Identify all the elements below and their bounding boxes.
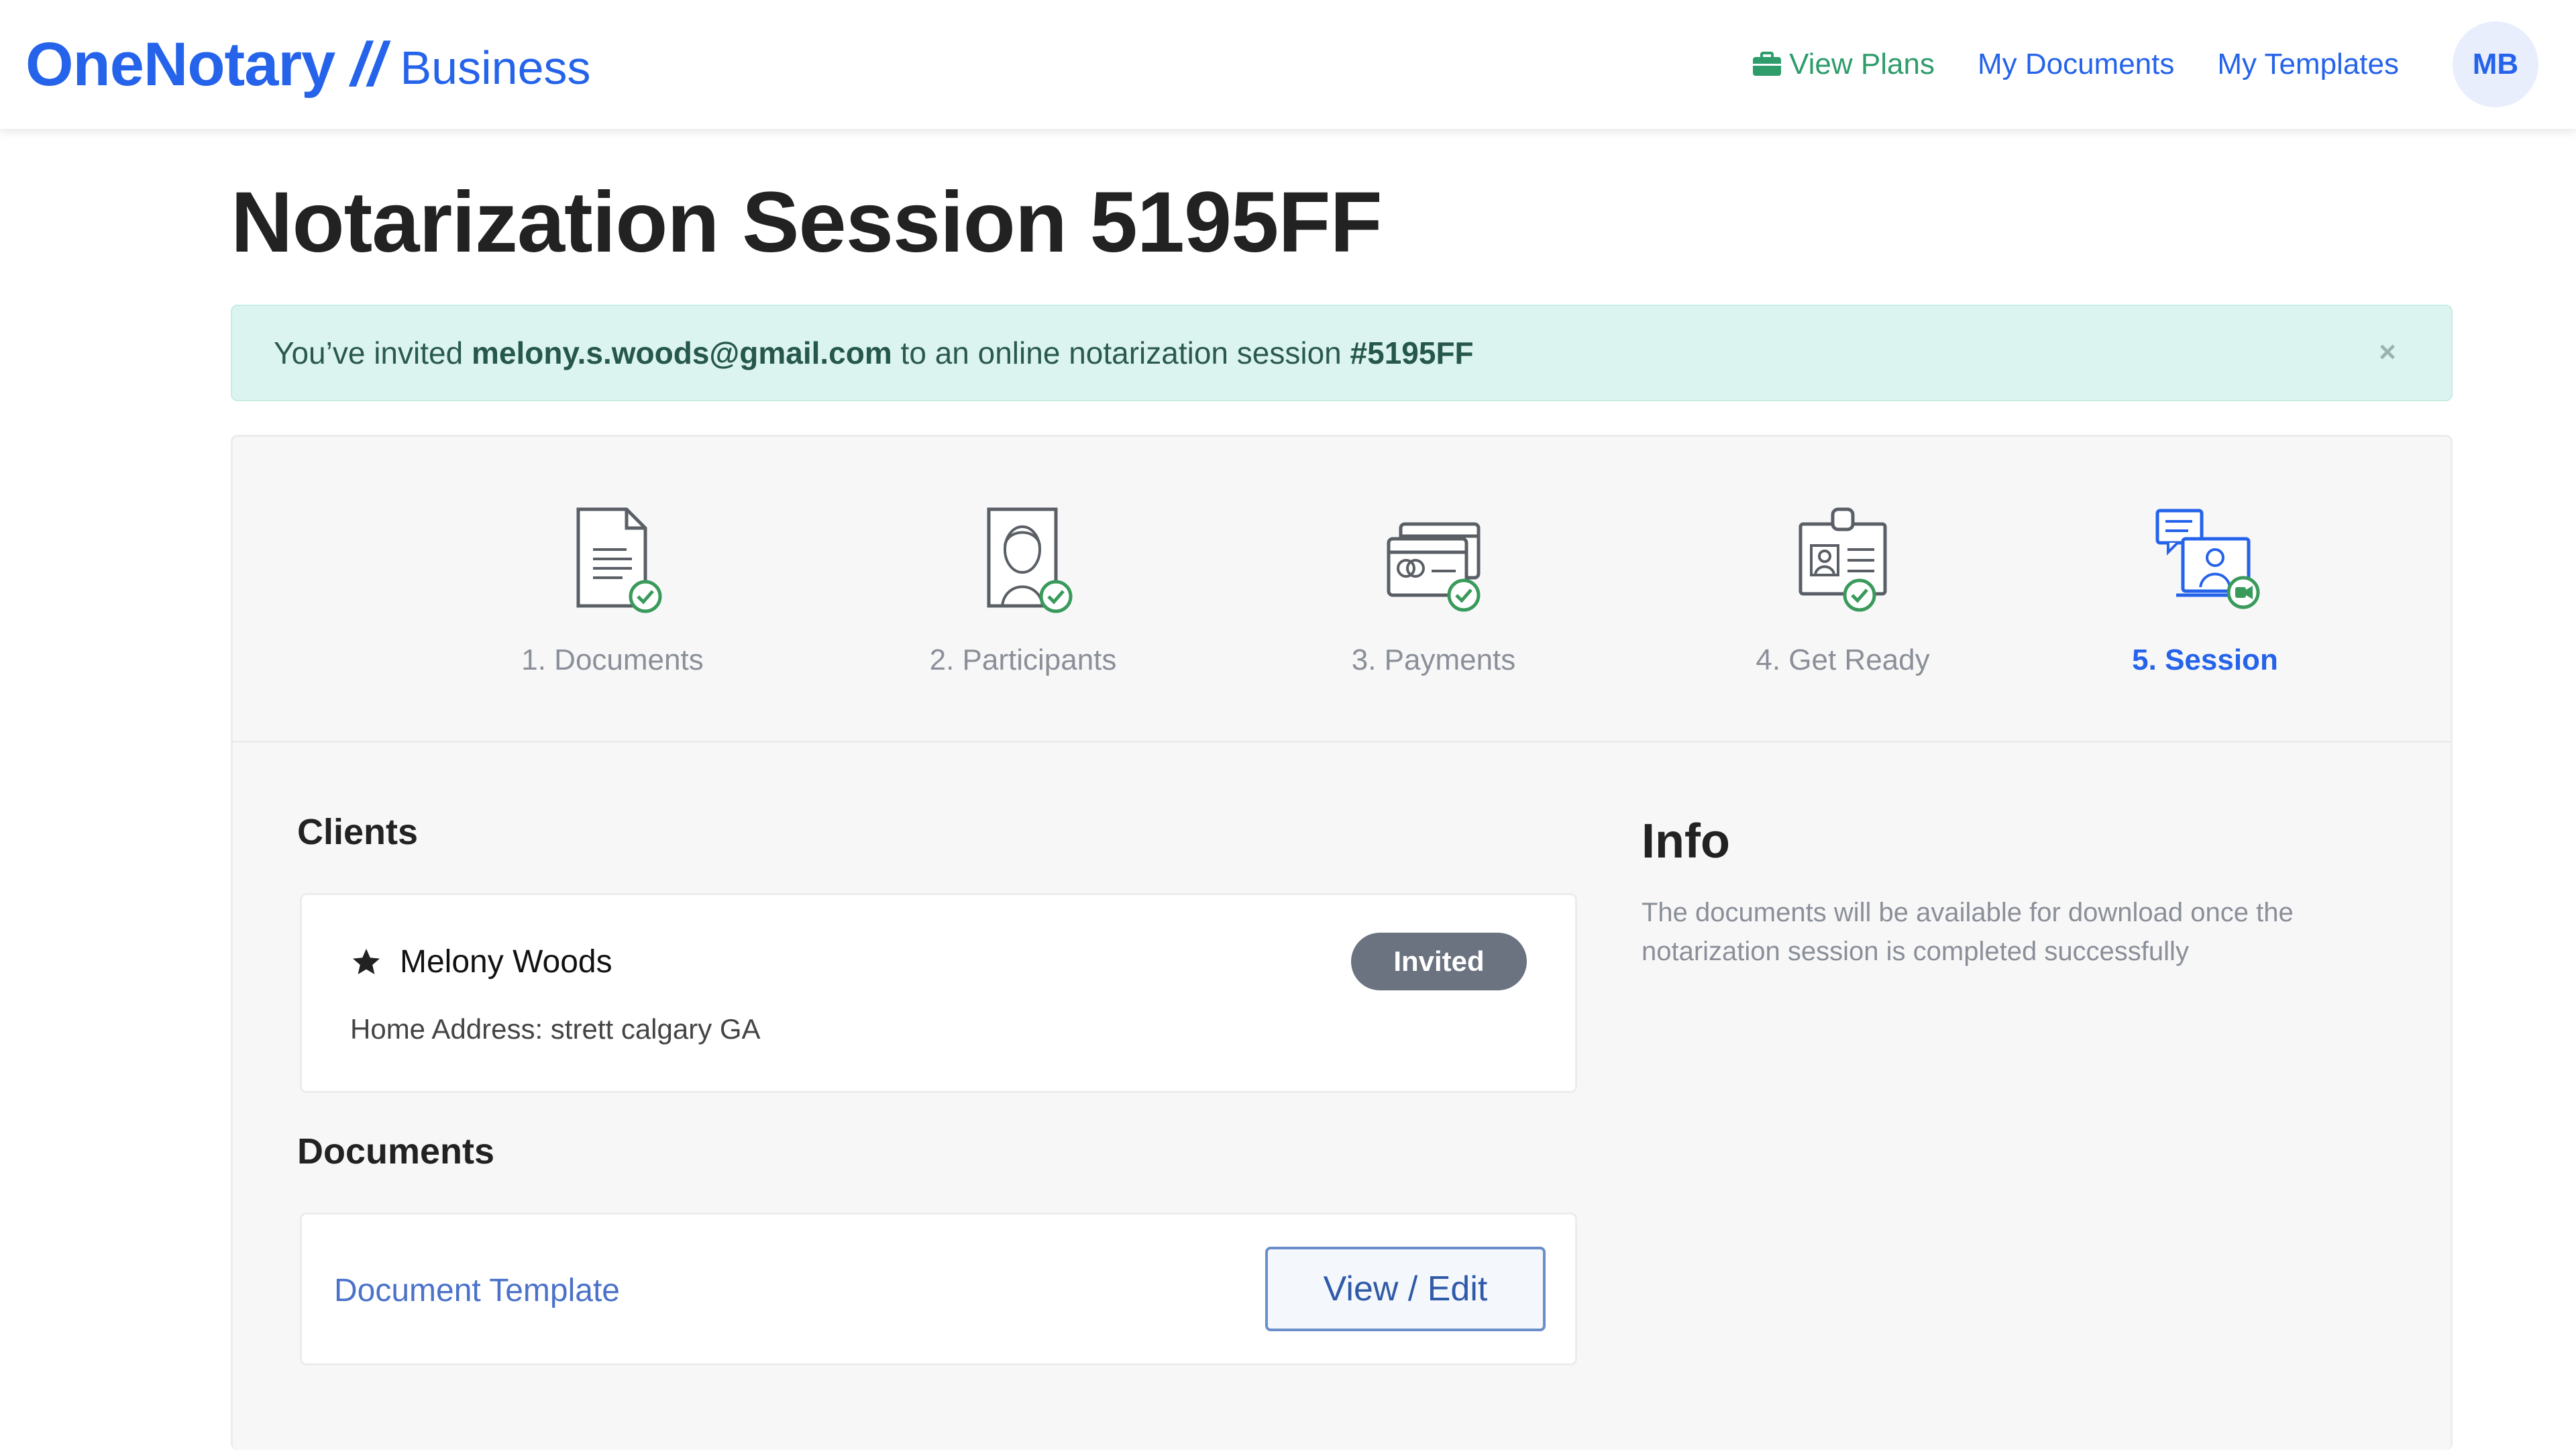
info-text: The documents will be available for down…	[1642, 898, 2294, 966]
briefcase-icon	[1753, 52, 1782, 76]
logo-brand: OneNotary	[25, 30, 335, 99]
step-documents-label: 1. Documents	[521, 643, 704, 676]
alert-text-prefix: You’ve invited	[274, 335, 472, 370]
id-badge-icon	[1799, 507, 1887, 612]
logo-product: Business	[400, 42, 591, 94]
client-name: Melony Woods	[350, 943, 612, 980]
client-name-text: Melony Woods	[400, 944, 612, 980]
page-title: Notarization Session 5195FF	[231, 174, 1383, 270]
user-avatar[interactable]: MB	[2453, 21, 2538, 107]
document-card: Document Template View / Edit	[300, 1212, 1577, 1365]
credit-card-icon	[1387, 522, 1481, 612]
step-session-label: 5. Session	[2132, 643, 2278, 676]
status-badge: Invited	[1351, 933, 1527, 990]
video-session-icon	[2155, 509, 2260, 609]
step-participants-label: 2. Participants	[929, 643, 1117, 676]
client-card: Melony Woods Home Address: strett calgar…	[300, 893, 1577, 1093]
clients-heading: Clients	[297, 812, 419, 852]
nav-view-plans-label: View Plans	[1789, 48, 1935, 81]
nav-my-documents[interactable]: My Documents	[1978, 48, 2174, 81]
logo-separator: //	[351, 30, 386, 99]
step-session[interactable]: 5. Session	[2064, 501, 2346, 677]
document-template-link[interactable]: Document Template	[334, 1272, 620, 1309]
participant-icon	[987, 507, 1073, 613]
documents-heading: Documents	[297, 1131, 495, 1172]
invite-success-alert: You’ve invited melony.s.woods@gmail.com …	[231, 305, 2453, 401]
session-panel: 1. Documents 2. Participants 3. Payments…	[231, 435, 2453, 1450]
progress-steps: 1. Documents 2. Participants 3. Payments…	[233, 437, 2451, 743]
alert-email: melony.s.woods@gmail.com	[471, 335, 892, 370]
step-payments[interactable]: 3. Payments	[1293, 501, 1574, 677]
info-heading: Info	[1642, 815, 1730, 868]
logo[interactable]: OneNotary // Business	[25, 17, 591, 111]
step-documents[interactable]: 1. Documents	[472, 501, 753, 677]
alert-text-middle: to an online notarization session	[892, 335, 1350, 370]
alert-session-id: #5195FF	[1350, 335, 1474, 370]
document-icon	[576, 507, 662, 613]
nav-view-plans[interactable]: View Plans	[1752, 48, 1935, 81]
step-payments-label: 3. Payments	[1351, 643, 1516, 676]
step-participants[interactable]: 2. Participants	[882, 501, 1164, 677]
nav-my-templates[interactable]: My Templates	[2217, 48, 2399, 81]
main-nav: View Plans My Documents My Templates MB	[1752, 0, 2576, 129]
client-address: Home Address: strett calgary GA	[350, 1013, 761, 1045]
step-get-ready-label: 4. Get Ready	[1756, 643, 1930, 676]
close-icon[interactable]: ×	[2371, 335, 2404, 369]
view-edit-button[interactable]: View / Edit	[1265, 1247, 1546, 1331]
top-navigation-bar: OneNotary // Business View Plans My Docu…	[0, 0, 2576, 129]
star-icon	[353, 948, 380, 974]
step-get-ready[interactable]: 4. Get Ready	[1702, 501, 1984, 677]
